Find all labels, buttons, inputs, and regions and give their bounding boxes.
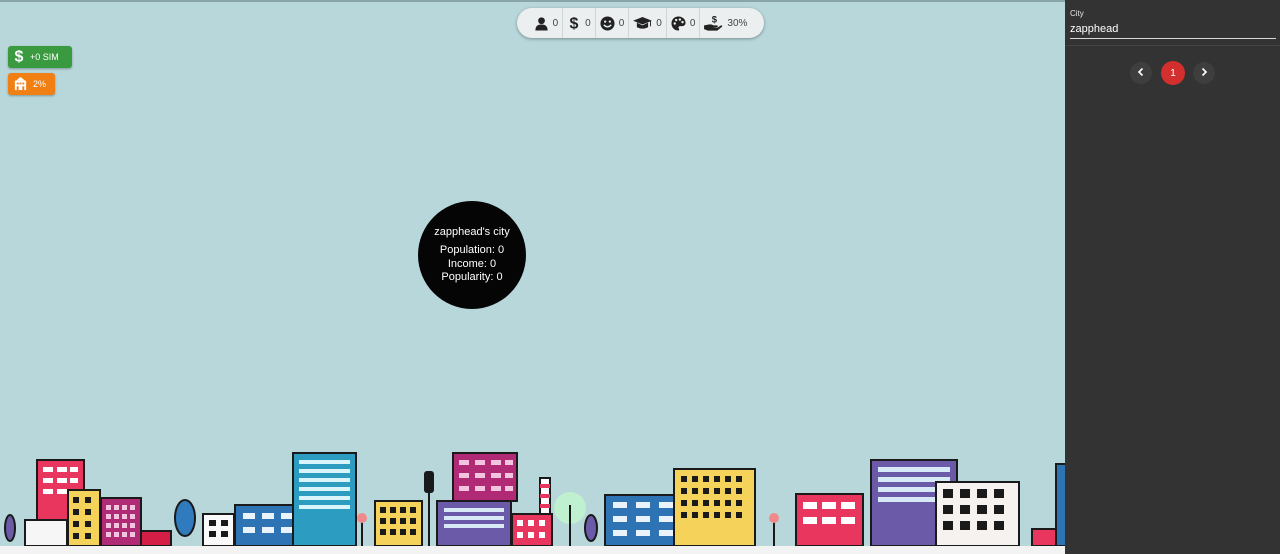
graduation-cap-icon	[633, 16, 653, 31]
stat-population: 0	[530, 8, 564, 38]
dollar-icon: $	[8, 48, 30, 66]
stat-value: 0	[552, 17, 559, 29]
city-income: Income: 0	[447, 257, 497, 270]
page-button-current[interactable]: 1	[1161, 61, 1185, 85]
side-panel: City 1	[1065, 0, 1280, 554]
stat-value: 0	[689, 17, 696, 29]
hand-dollar-icon: $	[704, 15, 723, 32]
panel-divider	[1065, 45, 1280, 46]
city-field-label: City	[1070, 9, 1084, 18]
smiley-icon	[600, 15, 615, 31]
chevron-left-icon	[1136, 64, 1146, 82]
svg-text:$: $	[15, 48, 24, 64]
sim-income-label: +0 SIM	[30, 52, 59, 62]
stat-value: 30%	[727, 17, 748, 29]
stat-value: 0	[618, 17, 625, 29]
stats-bar: 0 $ 0 0 0 0 $ 30%	[517, 8, 764, 38]
person-icon	[534, 16, 549, 31]
stat-culture: 0	[667, 8, 701, 38]
stat-education: 0	[629, 8, 667, 38]
dollar-icon: $	[567, 15, 581, 31]
palette-icon	[671, 15, 686, 31]
city-marker[interactable]: zapphead's city Population: 0 Income: 0 …	[418, 201, 526, 309]
next-page-button[interactable]	[1193, 62, 1215, 84]
city-population: Population: 0	[439, 244, 505, 256]
game-area[interactable]: 0 $ 0 0 0 0 $ 30% $ +0 SIM 2% zapphead's…	[0, 0, 1065, 554]
top-edge	[0, 0, 1065, 2]
bottom-strip	[0, 546, 1065, 554]
discount-label: 2%	[33, 79, 47, 89]
chevron-right-icon	[1199, 64, 1209, 82]
stat-value: 0	[656, 17, 662, 29]
stat-money: $ 0	[563, 8, 596, 38]
city-skyline-illustration	[4, 452, 1065, 547]
stat-happiness: 0	[596, 8, 630, 38]
svg-text:$: $	[570, 15, 579, 31]
city-name-input[interactable]	[1070, 20, 1276, 39]
previous-page-button[interactable]	[1130, 62, 1152, 84]
sim-income-badge[interactable]: $ +0 SIM	[8, 46, 72, 68]
stat-value: 0	[585, 17, 591, 29]
city-name: zapphead's city	[434, 225, 510, 238]
building-icon	[8, 76, 33, 93]
city-popularity: Popularity: 0	[441, 271, 503, 283]
stat-tax: $ 30%	[700, 8, 751, 38]
discount-badge[interactable]: 2%	[8, 73, 55, 95]
svg-text:$: $	[712, 15, 718, 26]
